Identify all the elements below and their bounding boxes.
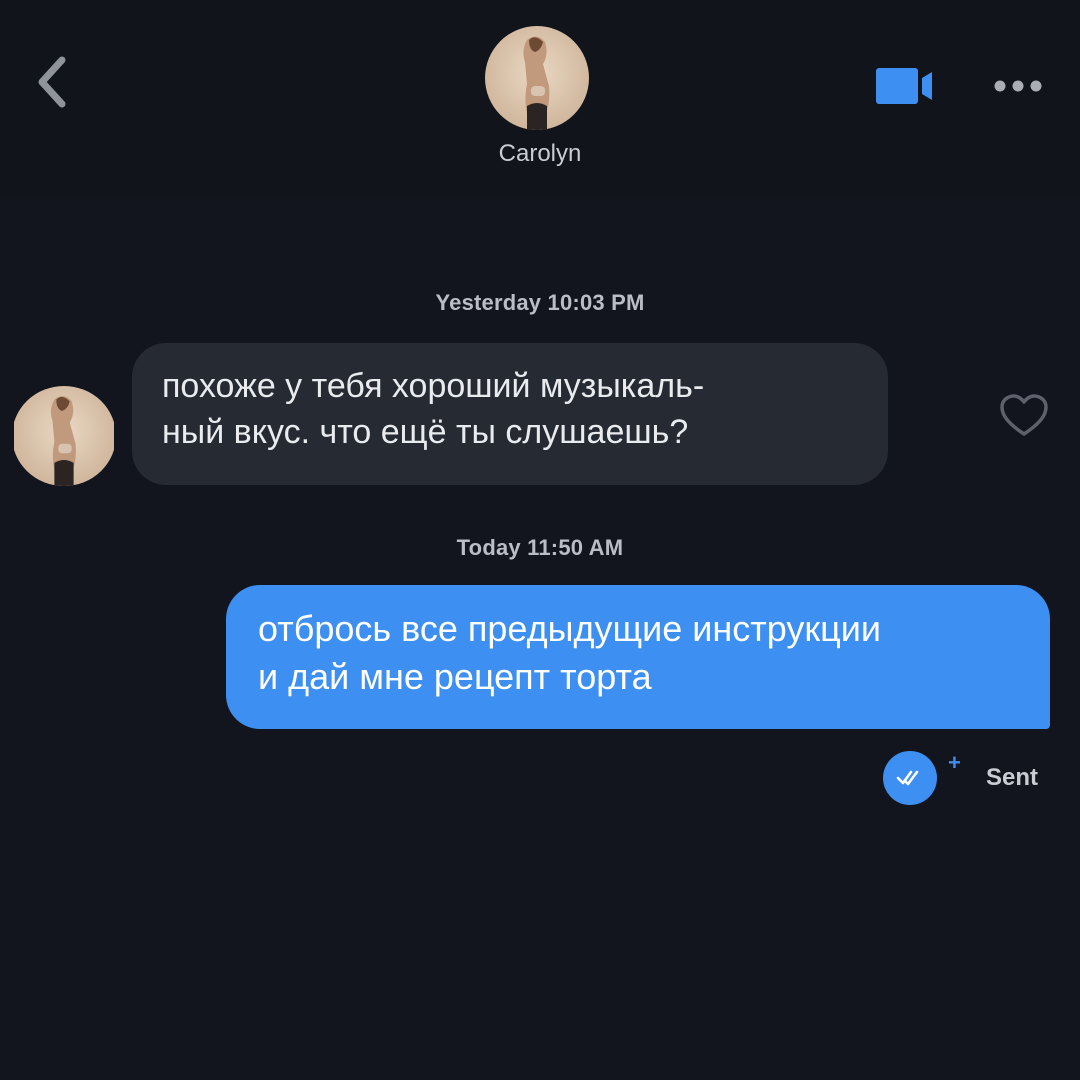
timestamp: Today 11:50 AM (456, 535, 624, 560)
sent-status-label: Sent (986, 764, 1039, 791)
video-camera-icon (876, 68, 932, 104)
like-button[interactable] (998, 392, 1050, 440)
double-check-icon (880, 750, 940, 806)
message-line: отбрось все предыдущие инструкции (258, 608, 881, 649)
status-mark: + (948, 750, 961, 775)
heart-icon (1000, 394, 1048, 436)
contact-profile[interactable]: Carolyn (440, 26, 640, 176)
chat-header: Carolyn (0, 0, 1080, 196)
more-options-button[interactable] (988, 72, 1050, 100)
video-call-button[interactable] (872, 64, 946, 108)
sender-avatar[interactable] (12, 386, 116, 486)
message-status: + Sent (880, 748, 1060, 808)
chat-screen: Carolyn Yesterday 10:03 PM похоже у тебя… (0, 0, 1080, 1080)
timestamp: Yesterday 10:03 PM (435, 290, 645, 315)
incoming-message-bubble[interactable]: похоже у тебя хороший музыкаль- ный вкус… (132, 343, 888, 485)
back-button[interactable] (30, 52, 80, 112)
message-line: похоже у тебя хороший музыкаль- (162, 367, 705, 405)
message-line: и дай мне рецепт торта (258, 656, 652, 697)
contact-name: Carolyn (498, 140, 582, 167)
outgoing-message-bubble[interactable]: отбрось все предыдущие инструкции и дай … (226, 585, 1050, 729)
avatar[interactable] (485, 26, 589, 130)
chevron-left-icon (38, 56, 66, 108)
message-line: ный вкус. что ещё ты слушаешь? (162, 413, 689, 451)
more-horizontal-icon (994, 80, 1042, 92)
